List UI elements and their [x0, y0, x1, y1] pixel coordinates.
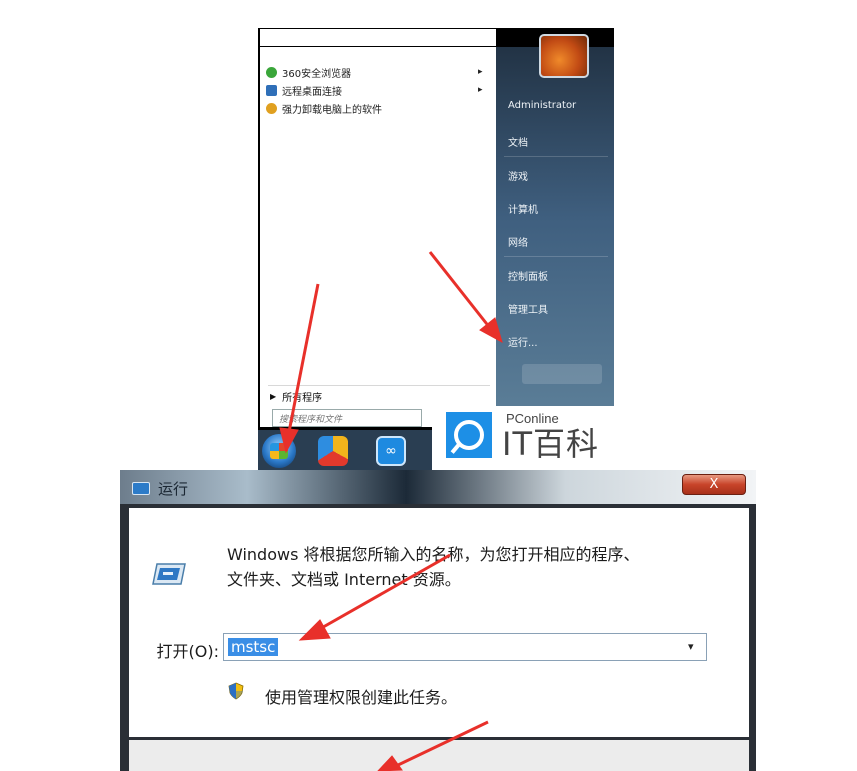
run-description-line: 文件夹、文档或 Internet 资源。: [227, 570, 461, 589]
games-link[interactable]: 游戏: [508, 168, 528, 183]
program-item-browser[interactable]: 360安全浏览器 ▸: [266, 64, 483, 80]
program-item-label: 远程桌面连接: [282, 86, 342, 98]
program-item-uninstaller[interactable]: 强力卸载电脑上的软件: [266, 100, 382, 116]
submenu-arrow-icon: ▸: [478, 67, 483, 77]
remote-desktop-icon: [266, 84, 277, 96]
admin-tools-link[interactable]: 管理工具: [508, 301, 548, 316]
all-programs-label: 所有程序: [282, 393, 323, 404]
admin-privilege-text: 使用管理权限创建此任务。: [265, 688, 458, 707]
uac-shield-icon: [228, 682, 244, 700]
close-button[interactable]: X: [682, 474, 746, 495]
run-link[interactable]: 运行...: [508, 334, 538, 349]
pconline-watermark: PConline IT百科: [432, 406, 614, 470]
cloud-glyph-icon: ∞: [385, 443, 397, 459]
run-window-icon: [132, 482, 150, 495]
control-panel-link[interactable]: 控制面板: [508, 268, 548, 283]
search-placeholder: 搜索程序和文件: [279, 414, 343, 425]
run-dialog: 运行 X Windows 将根据您所输入的名称，为您打开相应的程序、 文件夹、文…: [120, 470, 756, 771]
run-dialog-titlebar[interactable]: 运行 X: [120, 470, 756, 504]
chevron-down-icon[interactable]: ▾: [688, 640, 694, 653]
run-dialog-body: Windows 将根据您所输入的名称，为您打开相应的程序、 文件夹、文档或 In…: [129, 508, 749, 737]
browser-icon: [266, 66, 277, 78]
start-menu-top-bar: [260, 29, 496, 46]
program-item-remote-desktop[interactable]: 远程桌面连接 ▸: [266, 82, 483, 98]
run-description-line: Windows 将根据您所输入的名称，为您打开相应的程序、: [227, 545, 640, 564]
uninstall-icon: [266, 102, 277, 114]
program-item-label: 360安全浏览器: [282, 68, 352, 80]
pconline-logo-icon: [446, 412, 492, 458]
submenu-arrow-icon: ▸: [478, 85, 483, 95]
start-search-input[interactable]: 搜索程序和文件: [272, 409, 422, 427]
start-menu-left-pane: 360安全浏览器 ▸ 远程桌面连接 ▸ 强力卸载电脑上的软件 ▶ 所有程序 搜索…: [260, 47, 496, 427]
run-dialog-footer: [129, 740, 749, 771]
watermark-small-text: PConline: [506, 411, 559, 426]
open-label: 打开(O):: [156, 642, 219, 661]
start-menu: 360安全浏览器 ▸ 远程桌面连接 ▸ 强力卸载电脑上的软件 ▶ 所有程序 搜索…: [258, 28, 614, 430]
divider: [504, 156, 608, 157]
documents-link[interactable]: 文档: [508, 134, 528, 149]
magnifier-handle-icon: [450, 442, 462, 454]
open-command-value: mstsc: [228, 638, 279, 656]
user-avatar[interactable]: [539, 34, 589, 78]
all-programs-button[interactable]: ▶ 所有程序: [270, 389, 322, 404]
play-arrow-icon: ▶: [270, 392, 277, 401]
computer-link[interactable]: 计算机: [508, 201, 538, 216]
divider: [504, 256, 608, 257]
open-command-input[interactable]: mstsc ▾: [223, 633, 707, 661]
taskbar-app-icon[interactable]: [318, 436, 348, 466]
shutdown-button[interactable]: [522, 364, 602, 384]
run-description: Windows 将根据您所输入的名称，为您打开相应的程序、 文件夹、文档或 In…: [227, 542, 707, 592]
taskbar-app-icon[interactable]: ∞: [376, 436, 406, 466]
run-program-icon: [152, 563, 186, 585]
watermark-big-text: IT百科: [502, 425, 599, 463]
network-link[interactable]: 网络: [508, 234, 528, 249]
windows-logo-icon: [270, 443, 288, 459]
program-item-label: 强力卸载电脑上的软件: [282, 104, 382, 116]
divider: [268, 385, 490, 386]
run-dialog-title: 运行: [158, 480, 189, 498]
user-name-link[interactable]: Administrator: [508, 100, 576, 111]
windows-start-orb-icon[interactable]: [262, 434, 296, 468]
